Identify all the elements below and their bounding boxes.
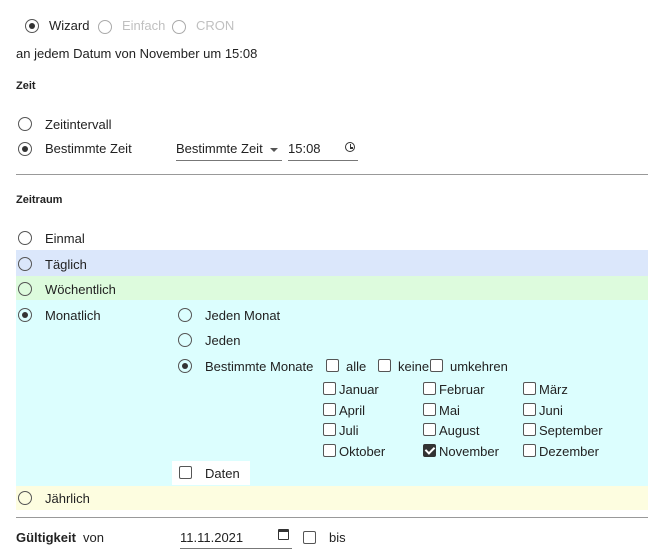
- woechentlich-label: Wöchentlich: [45, 282, 116, 297]
- jaehrlich-row: [16, 486, 648, 510]
- month-label-januar: Januar: [339, 382, 379, 397]
- month-checkbox-juli[interactable]: [323, 423, 336, 436]
- keine-label: keine: [398, 359, 430, 374]
- woechentlich-radio[interactable]: [18, 282, 32, 296]
- month-checkbox-september[interactable]: [523, 423, 536, 436]
- zeitraum-header: Zeitraum: [16, 194, 63, 206]
- wizard-radio[interactable]: [25, 19, 39, 33]
- month-label-maerz: März: [539, 382, 568, 397]
- jeden-monat-label: Jeden Monat: [205, 308, 281, 323]
- keine-checkbox[interactable]: [378, 359, 391, 372]
- einmal-label: Einmal: [45, 231, 85, 246]
- wizard-label: Wizard: [49, 18, 90, 33]
- month-label-juli: Juli: [339, 423, 359, 438]
- jeden-radio[interactable]: [178, 333, 192, 347]
- schedule-summary: an jedem Datum von November um 15:08: [16, 46, 258, 61]
- month-label-februar: Februar: [439, 382, 485, 397]
- einfach-label: Einfach: [122, 18, 166, 33]
- time-input-value: 15:08: [288, 141, 321, 156]
- time-input[interactable]: 15:08: [288, 138, 358, 161]
- einfach-radio[interactable]: [98, 20, 112, 34]
- time-type-select-value: Bestimmte Zeit: [176, 141, 263, 156]
- month-label-mai: Mai: [439, 403, 460, 418]
- zeitintervall-radio[interactable]: [18, 117, 32, 131]
- gueltigkeit-label: Gültigkeit: [16, 530, 76, 545]
- month-label-november: November: [439, 444, 499, 459]
- clock-icon: [345, 142, 355, 152]
- caret-down-icon: [270, 148, 278, 152]
- bis-label: bis: [329, 530, 346, 545]
- bis-checkbox[interactable]: [303, 531, 316, 544]
- month-checkbox-mai[interactable]: [423, 403, 436, 416]
- bestimmte-zeit-label: Bestimmte Zeit: [45, 141, 132, 156]
- taeglich-label: Täglich: [45, 257, 87, 272]
- cron-radio[interactable]: [172, 20, 186, 34]
- von-label: von: [83, 530, 104, 545]
- taeglich-row: [16, 250, 648, 276]
- month-label-juni: Juni: [539, 403, 563, 418]
- cron-label: CRON: [196, 18, 235, 33]
- alle-label: alle: [346, 359, 367, 374]
- monatlich-label: Monatlich: [45, 308, 101, 323]
- bestimmte-monate-label: Bestimmte Monate: [205, 359, 314, 374]
- calendar-icon: [278, 529, 289, 540]
- bestimmte-monate-radio[interactable]: [178, 359, 192, 373]
- einmal-radio[interactable]: [18, 231, 32, 245]
- month-checkbox-januar[interactable]: [323, 382, 336, 395]
- month-checkbox-maerz[interactable]: [523, 382, 536, 395]
- alle-checkbox[interactable]: [326, 359, 339, 372]
- divider-zeit: [16, 174, 648, 175]
- start-date-value: 11.11.2021: [180, 530, 244, 545]
- zeitintervall-label: Zeitintervall: [45, 117, 112, 132]
- divider-zeitraum: [16, 517, 648, 518]
- jeden-monat-radio[interactable]: [178, 308, 192, 322]
- month-checkbox-august[interactable]: [423, 423, 436, 436]
- start-date-input[interactable]: 11.11.2021: [180, 526, 292, 549]
- month-checkbox-juni[interactable]: [523, 403, 536, 416]
- month-label-august: August: [439, 423, 480, 438]
- jeden-label: Jeden: [205, 333, 241, 348]
- month-checkbox-november[interactable]: [423, 444, 436, 457]
- month-label-september: September: [539, 423, 603, 438]
- month-checkbox-dezember[interactable]: [523, 444, 536, 457]
- monatlich-radio[interactable]: [18, 308, 32, 322]
- month-checkbox-april[interactable]: [323, 403, 336, 416]
- month-checkbox-februar[interactable]: [423, 382, 436, 395]
- bestimmte-zeit-radio[interactable]: [18, 142, 32, 156]
- jaehrlich-label: Jährlich: [45, 491, 90, 506]
- zeit-header: Zeit: [16, 80, 36, 92]
- jaehrlich-radio[interactable]: [18, 491, 32, 505]
- month-label-dezember: Dezember: [539, 444, 599, 459]
- month-label-april: April: [339, 403, 366, 418]
- month-label-oktober: Oktober: [339, 444, 386, 459]
- taeglich-radio[interactable]: [18, 257, 32, 271]
- umkehren-checkbox[interactable]: [430, 359, 443, 372]
- umkehren-label: umkehren: [450, 359, 508, 374]
- daten-label: Daten: [205, 466, 240, 481]
- month-checkbox-oktober[interactable]: [323, 444, 336, 457]
- time-type-select[interactable]: Bestimmte Zeit: [176, 138, 282, 161]
- daten-checkbox[interactable]: [179, 466, 192, 479]
